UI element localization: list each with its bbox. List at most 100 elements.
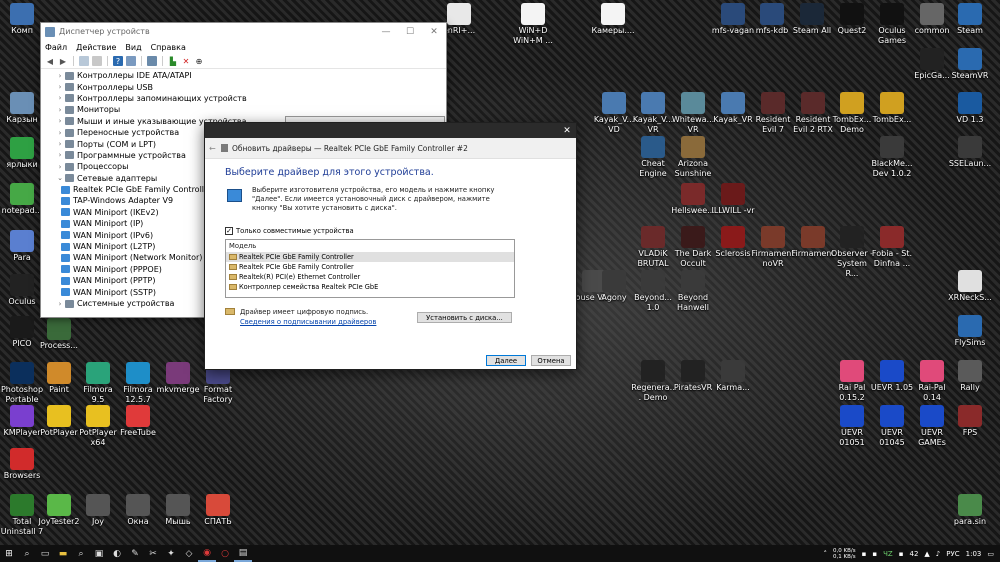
desktop-shortcut[interactable]: ILLWILL -vr bbox=[711, 183, 755, 216]
model-column-header[interactable]: Модель bbox=[226, 240, 514, 252]
desktop-shortcut[interactable]: notepad... bbox=[0, 183, 44, 216]
chevron-right-icon[interactable]: › bbox=[55, 72, 65, 80]
desktop-shortcut[interactable]: Kayak_V... VD bbox=[592, 92, 636, 135]
desktop-shortcut[interactable]: FlySims bbox=[948, 315, 992, 348]
desktop-shortcut[interactable]: mkvmerge bbox=[156, 362, 200, 395]
paint-icon[interactable]: ✎ bbox=[126, 545, 144, 562]
desktop-shortcut[interactable]: Firmament bbox=[791, 226, 835, 259]
desktop-shortcut[interactable]: Окна bbox=[116, 494, 160, 527]
model-listbox[interactable]: Модель Realtek PCIe GbE Family Controlle… bbox=[225, 239, 515, 298]
desktop-shortcut[interactable]: FPS bbox=[948, 405, 992, 438]
chat-icon[interactable]: ▣ bbox=[90, 545, 108, 562]
desktop-shortcut[interactable]: Sclerosis bbox=[711, 226, 755, 259]
update-driver-dialog[interactable]: ✕ ← Обновить драйверы — Realtek PCIe GbE… bbox=[204, 122, 577, 370]
desktop-shortcut[interactable]: VLADiK BRUTAL bbox=[631, 226, 675, 269]
desktop-shortcut[interactable]: Regenera... Demo bbox=[631, 360, 675, 403]
device-category[interactable]: › Контроллеры USB bbox=[41, 81, 446, 92]
desktop-shortcut[interactable]: ярлыки bbox=[0, 137, 44, 170]
desktop-shortcut[interactable]: Oculus bbox=[0, 274, 44, 307]
model-list-item[interactable]: Realtek PCIe GbE Family Controller bbox=[226, 252, 514, 262]
desktop-shortcut[interactable]: SSELaun... bbox=[948, 136, 992, 169]
dialog-close-icon[interactable]: ✕ bbox=[558, 126, 576, 136]
device-category[interactable]: › Контроллеры IDE ATA/ATAPI bbox=[41, 70, 446, 81]
tray-app-icon[interactable]: ▪ bbox=[862, 550, 867, 558]
mkv-icon[interactable]: ✂ bbox=[144, 545, 162, 562]
have-disk-button[interactable]: Установить с диска... bbox=[417, 312, 512, 323]
model-list-item[interactable]: Realtek PCIe GbE Family Controller bbox=[226, 262, 514, 272]
desktop-shortcut[interactable]: mfs-kdb bbox=[750, 3, 794, 36]
model-list-item[interactable]: Контроллер семейства Realtek PCIe GbE bbox=[226, 282, 514, 292]
update-driver-icon[interactable]: ▙ bbox=[168, 56, 178, 66]
forward-arrow-icon[interactable]: ▶ bbox=[58, 56, 68, 66]
desktop-shortcut[interactable]: WiN+D WiN+M ... bbox=[511, 3, 555, 46]
desktop-shortcut[interactable]: SteamVR bbox=[948, 48, 992, 81]
compatible-devices-checkbox[interactable]: ✓ Только совместимые устройства bbox=[225, 227, 354, 235]
checkbox-checkmark-icon[interactable]: ✓ bbox=[225, 227, 233, 235]
maximize-icon[interactable]: ☐ bbox=[398, 27, 422, 37]
desktop-shortcut[interactable]: Камеры.... bbox=[591, 3, 635, 36]
file-explorer-icon[interactable]: ▬ bbox=[54, 545, 72, 562]
search-icon[interactable]: ⌕ bbox=[18, 545, 36, 562]
dialog-titlebar[interactable]: ✕ bbox=[205, 123, 576, 138]
menu-help[interactable]: Справка bbox=[151, 43, 186, 52]
driver-signing-link[interactable]: Сведения о подписывании драйверов bbox=[240, 317, 376, 328]
search-tool-icon[interactable]: ⌕ bbox=[72, 545, 90, 562]
app-icon[interactable]: ◇ bbox=[180, 545, 198, 562]
chevron-right-icon[interactable]: › bbox=[55, 117, 65, 125]
clock[interactable]: 1:03 bbox=[966, 550, 982, 558]
desktop-shortcut[interactable]: СПАТЬ bbox=[196, 494, 240, 527]
desktop-shortcut[interactable]: PotPlayer bbox=[37, 405, 81, 438]
tree-view-icon[interactable] bbox=[79, 56, 89, 66]
desktop-shortcut[interactable]: Agony bbox=[592, 270, 636, 303]
help-icon[interactable]: ? bbox=[113, 56, 123, 66]
desktop-shortcut[interactable]: Steam bbox=[948, 3, 992, 36]
device-list-icon[interactable] bbox=[126, 56, 136, 66]
minimize-icon[interactable]: — bbox=[374, 27, 398, 37]
desktop-shortcut[interactable]: Joy bbox=[76, 494, 120, 527]
next-button[interactable]: Далее bbox=[486, 355, 526, 366]
desktop-shortcut[interactable]: Resident Evil 2 RTX bbox=[791, 92, 835, 135]
model-list-item[interactable]: Realtek(R) PCI(e) Ethernet Controller bbox=[226, 272, 514, 282]
chevron-right-icon[interactable]: › bbox=[55, 94, 65, 102]
chevron-right-icon[interactable]: › bbox=[55, 151, 65, 159]
desktop-shortcut[interactable]: Комп bbox=[0, 3, 44, 36]
desktop-shortcut[interactable]: Observer - System R... bbox=[830, 226, 874, 279]
desktop-shortcut[interactable]: Cheat Engine bbox=[631, 136, 675, 179]
desktop-shortcut[interactable]: XRNeckS... bbox=[948, 270, 992, 303]
desktop-shortcut[interactable]: TombEx... bbox=[870, 92, 914, 125]
desktop-shortcut[interactable]: UEVR 01051 bbox=[830, 405, 874, 448]
chevron-right-icon[interactable]: › bbox=[55, 129, 65, 137]
chevron-right-icon[interactable]: › bbox=[55, 106, 65, 114]
task-view-icon[interactable]: ▭ bbox=[36, 545, 54, 562]
tray-app-icon[interactable]: ▪ bbox=[899, 550, 904, 558]
desktop-shortcut[interactable]: Arizona Sunshine bbox=[671, 136, 715, 179]
desktop-shortcut[interactable]: Quest2 bbox=[830, 3, 874, 36]
desktop-shortcut[interactable]: Para bbox=[0, 230, 44, 263]
desktop-shortcut[interactable]: Filmora 9.5 bbox=[76, 362, 120, 405]
device-manager-titlebar[interactable]: Диспетчер устройств — ☐ ✕ bbox=[41, 23, 446, 40]
download-driver-icon[interactable]: ⊕ bbox=[194, 56, 204, 66]
uninstall-icon[interactable]: ✕ bbox=[181, 56, 191, 66]
tray-app-icon[interactable]: ▪ bbox=[872, 550, 877, 558]
chevron-up-icon[interactable]: ˄ bbox=[824, 550, 828, 558]
desktop-shortcut[interactable]: Whitewa... VR bbox=[671, 92, 715, 135]
desktop-shortcut[interactable]: Firmament noVR bbox=[751, 226, 795, 269]
desktop-shortcut[interactable]: Process... bbox=[37, 318, 81, 351]
chevron-right-icon[interactable]: › bbox=[55, 300, 65, 308]
desktop-shortcut[interactable]: UEVR 1.05 bbox=[870, 360, 914, 393]
desktop-shortcut[interactable]: Hellswee... bbox=[671, 183, 715, 216]
desktop-shortcut[interactable]: BlackMe... Dev 1.0.2 bbox=[870, 136, 914, 179]
chevron-right-icon[interactable]: › bbox=[55, 163, 65, 171]
desktop-shortcut[interactable]: Rai Pal 0.15.2 bbox=[830, 360, 874, 403]
desktop-shortcut[interactable]: Beyond Hanwell bbox=[671, 270, 715, 313]
desktop-shortcut[interactable]: Filmora 12.5.7 bbox=[116, 362, 160, 405]
desktop-shortcut[interactable]: Rally bbox=[948, 360, 992, 393]
desktop-shortcut[interactable]: JoyTester2 bbox=[37, 494, 81, 527]
device-category[interactable]: › Мониторы bbox=[41, 104, 446, 115]
desktop-shortcut[interactable]: Steam All bbox=[790, 3, 834, 36]
opera-icon[interactable]: ◉ bbox=[198, 545, 216, 562]
app-icon[interactable]: ◐ bbox=[108, 545, 126, 562]
device-category[interactable]: › Контроллеры запоминающих устройств bbox=[41, 93, 446, 104]
opera-gx-icon[interactable]: ○ bbox=[216, 545, 234, 562]
menu-view[interactable]: Вид bbox=[125, 43, 141, 52]
